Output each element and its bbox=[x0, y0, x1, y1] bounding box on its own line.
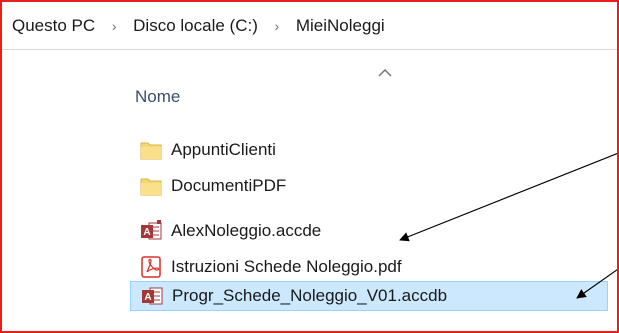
access-accde-icon: A bbox=[141, 220, 162, 240]
breadcrumb-item-questo-pc[interactable]: Questo PC bbox=[12, 16, 95, 36]
column-header-name[interactable]: Nome bbox=[135, 87, 180, 107]
breadcrumb: Questo PC › Disco locale (C:) › MieiNole… bbox=[2, 2, 617, 50]
sort-ascending-icon bbox=[378, 69, 392, 77]
breadcrumb-item-miei-noleggi[interactable]: MieiNoleggi bbox=[296, 16, 385, 36]
file-name: AlexNoleggio.accde bbox=[171, 221, 322, 240]
list-item-progr-schede-accdb[interactable]: A Progr_Schede_Noleggio_V01.accdb bbox=[130, 281, 608, 311]
breadcrumb-item-disco-locale[interactable]: Disco locale (C:) bbox=[133, 16, 258, 36]
breadcrumb-separator-icon[interactable]: › bbox=[103, 18, 125, 34]
svg-text:A: A bbox=[144, 292, 151, 303]
explorer-window: Questo PC › Disco locale (C:) › MieiNole… bbox=[0, 0, 619, 333]
breadcrumb-separator-icon[interactable]: › bbox=[266, 18, 288, 34]
annotation-arrow-1 bbox=[399, 152, 617, 242]
file-name: Istruzioni Schede Noleggio.pdf bbox=[171, 257, 402, 276]
list-item-appunticlienti[interactable]: AppuntiClienti bbox=[130, 135, 380, 165]
folder-icon bbox=[140, 178, 162, 196]
file-name: AppuntiClienti bbox=[171, 140, 276, 159]
pdf-icon bbox=[141, 256, 161, 278]
list-item-documentipdf[interactable]: DocumentiPDF bbox=[130, 171, 380, 201]
list-item-istruzioni-pdf[interactable]: Istruzioni Schede Noleggio.pdf bbox=[130, 252, 460, 282]
file-name: Progr_Schede_Noleggio_V01.accdb bbox=[172, 286, 448, 305]
svg-text:A: A bbox=[143, 227, 150, 238]
file-name: DocumentiPDF bbox=[171, 176, 287, 195]
list-item-alexnoleggio-accde[interactable]: A AlexNoleggio.accde bbox=[130, 216, 420, 246]
access-accdb-icon: A bbox=[142, 287, 163, 305]
folder-icon bbox=[140, 142, 162, 160]
